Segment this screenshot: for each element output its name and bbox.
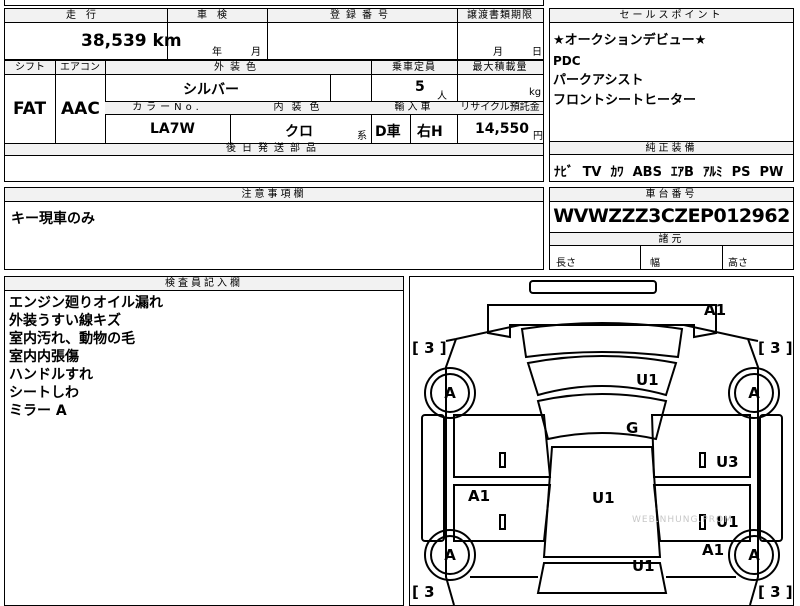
notes-panel: 注意事項欄 キー現車のみ: [4, 187, 544, 270]
damage-diagram-panel: A A A A [ 3 ] [ 3 ] [ 3 [ 3 ] A1 U1 G U3…: [409, 276, 794, 606]
capacity-unit: 人: [437, 91, 447, 102]
notes-header: 注意事項欄: [5, 188, 543, 202]
equipment-item: PW: [759, 165, 784, 180]
watermark: WEB.NHUNG.PROM: [632, 515, 733, 525]
equipment-item: PS: [731, 165, 751, 180]
transfer-month: 月: [493, 47, 503, 58]
equipment-item: ｱﾙﾐ: [703, 165, 723, 180]
exterior-value: シルバー: [183, 82, 239, 98]
tire-grade: A: [430, 373, 470, 413]
damage-mark: G: [626, 419, 639, 437]
import-value-2: 右H: [417, 124, 443, 140]
equipment-item: ｶﾜ: [610, 165, 624, 180]
inspector-panel: 検査員記入欄 エンジン廻りオイル漏れ 外装うすい線キズ 室内汚れ、動物の毛 室内…: [4, 276, 404, 606]
damage-mark: U3: [716, 453, 739, 471]
inspector-header: 検査員記入欄: [5, 277, 403, 291]
damage-mark: U1: [632, 557, 655, 575]
sales-points-list: ★オークションデビュー★ PDC パークアシスト フロントシートヒーター: [553, 31, 706, 111]
colorno-value: LA7W: [150, 121, 195, 137]
tire-grade: A: [430, 535, 470, 575]
load-unit: kg: [529, 87, 542, 98]
sales-point-line: フロントシートヒーター: [553, 93, 697, 108]
width-label: 幅: [650, 258, 660, 269]
sales-points-panel: セールスポイント ★オークションデビュー★ PDC パークアシスト フロントシー…: [549, 8, 794, 182]
inspection-year: 年: [212, 47, 222, 58]
remark-line: 外装うすい線キズ: [9, 313, 121, 329]
damage-mark: A1: [468, 487, 491, 505]
length-label: 長さ: [556, 258, 576, 269]
recycle-value: 14,550: [475, 121, 530, 137]
load-label: 最大積載量: [472, 62, 528, 73]
inspection-month: 月: [251, 47, 261, 58]
exterior-label: 外装色: [214, 62, 262, 73]
dims-header: 諸元: [550, 232, 793, 246]
equipment-item: ｴｱB: [671, 165, 694, 180]
recycle-label: リサイクル預託金: [460, 102, 540, 113]
interior-label: 内装色: [273, 102, 328, 113]
interior-suffix: 系: [357, 131, 367, 142]
top-cropped-strip: [4, 0, 544, 6]
registration-label: 登録番号: [330, 10, 394, 21]
equipment-item: ABS: [632, 165, 662, 180]
sales-point-line: ★オークションデビュー★: [553, 33, 707, 48]
ac-label: エアコン: [60, 62, 100, 73]
inspection-label: 車検: [197, 10, 237, 21]
interior-value: クロ: [285, 124, 313, 140]
damage-mark: U1: [636, 371, 659, 389]
import-label: 輸入車: [394, 102, 434, 113]
remark-line: ミラー A: [9, 403, 67, 419]
capacity-label: 乗車定員: [392, 62, 436, 73]
mileage-value: 38,539 km: [81, 31, 182, 51]
sales-points-header: セールスポイント: [550, 9, 793, 23]
mileage-label: 走行: [66, 10, 106, 21]
later-parts-field: [4, 155, 544, 182]
shift-label: シフト: [15, 62, 45, 73]
equipment-header: 純正装備: [550, 141, 793, 155]
recycle-unit: 円: [533, 131, 543, 142]
tire-front-right: A: [728, 367, 780, 419]
chassis-number: WVWZZZ3CZEP012962: [553, 205, 790, 227]
tire-bracket: [ 3: [412, 583, 435, 601]
height-label: 高さ: [728, 258, 748, 269]
remark-line: エンジン廻りオイル漏れ: [9, 295, 163, 311]
damage-mark: A1: [702, 541, 725, 559]
vehicle-basic-block: 走行 車検 登録番号 譲渡書類期限 38,539 km 年 月 月 日: [4, 8, 544, 60]
tire-grade: A: [734, 535, 774, 575]
capacity-value: 5: [415, 79, 425, 95]
remark-line: 室内汚れ、動物の毛: [9, 331, 136, 347]
tire-front-left: A: [424, 367, 476, 419]
remark-line: 室内内張傷: [9, 349, 79, 365]
tire-bracket: [ 3 ]: [758, 339, 793, 357]
remark-line: シートしわ: [9, 385, 79, 401]
notes-text: キー現車のみ: [11, 211, 95, 227]
damage-mark: U1: [592, 489, 615, 507]
tire-rear-right: A: [728, 529, 780, 581]
damage-mark: A1: [704, 301, 727, 319]
vehicle-spec-block: シフト エアコン 外装色 乗車定員 最大積載量 FAT AAC シルバー 5 人…: [4, 60, 544, 156]
chassis-header: 車台番号: [550, 188, 793, 202]
sales-point-line: PDC: [553, 54, 581, 68]
equipment-item: TV: [582, 165, 602, 180]
chassis-panel: 車台番号 WVWZZZ3CZEP012962 諸元 長さ 幅 高さ: [549, 187, 794, 270]
inspector-remarks: エンジン廻りオイル漏れ 外装うすい線キズ 室内汚れ、動物の毛 室内内張傷 ハンド…: [9, 294, 163, 420]
tire-grade: A: [734, 373, 774, 413]
equipment-item: ﾅﾋﾞ: [554, 165, 574, 180]
sales-point-line: パークアシスト: [553, 73, 644, 88]
later-parts-label: 後日発送部品: [226, 143, 322, 154]
remark-line: ハンドルすれ: [9, 367, 93, 383]
import-value-1: D車: [375, 124, 401, 140]
shift-value: FAT: [13, 99, 47, 119]
transfer-label: 譲渡書類期限: [467, 10, 533, 21]
tire-rear-left: A: [424, 529, 476, 581]
tire-bracket: [ 3 ]: [758, 583, 793, 601]
equipment-list: ﾅﾋﾞ TV ｶﾜ ABS ｴｱB ｱﾙﾐ PS PW: [554, 161, 783, 180]
tire-bracket: [ 3 ]: [412, 339, 447, 357]
transfer-day: 日: [532, 47, 542, 58]
colorno-label: カラーNo.: [132, 102, 203, 113]
ac-value: AAC: [61, 99, 100, 119]
